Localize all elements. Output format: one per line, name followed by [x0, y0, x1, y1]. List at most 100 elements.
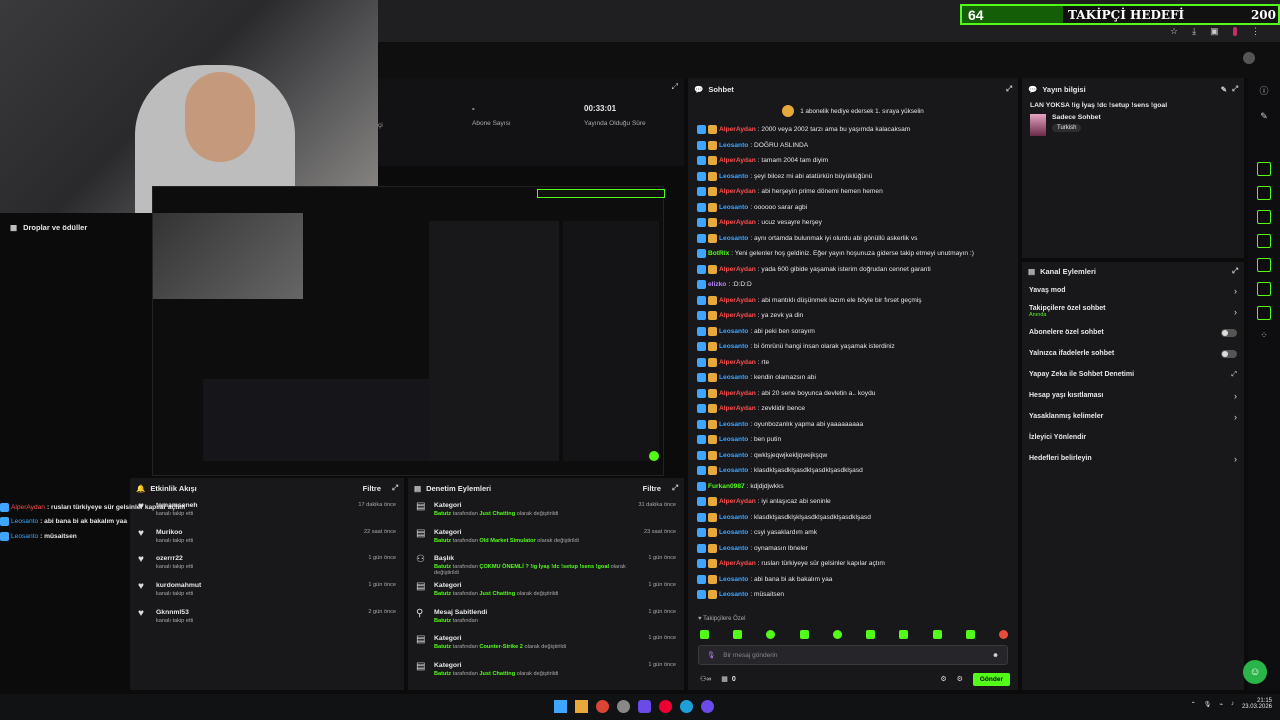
drops-item[interactable]: ▦ Droplar ve ödüller — [10, 223, 87, 232]
channel-action-row[interactable]: Hedefleri belirleyin › — [1022, 448, 1244, 469]
emote-icon[interactable] — [733, 630, 743, 639]
mic-tray-icon[interactable]: 🎙 — [1204, 701, 1212, 708]
chat-username[interactable]: Leosanto — [719, 452, 748, 459]
tool-button-1[interactable] — [1257, 162, 1271, 176]
tool-button-3[interactable] — [1257, 210, 1271, 224]
channel-action-row[interactable]: Yapay Zeka ile Sohbet Denetimi ⤢ — [1022, 364, 1244, 385]
chat-username[interactable]: AlperAydan — [719, 390, 756, 397]
browser-icon[interactable] — [617, 700, 630, 713]
chat-username[interactable]: elizko — [708, 281, 726, 288]
popout-icon[interactable]: ⤢ — [1232, 84, 1238, 94]
moderation-actor[interactable]: Batutz — [434, 538, 451, 544]
emote-icon[interactable] — [832, 630, 842, 639]
pen-icon[interactable]: ✎ — [1260, 111, 1268, 122]
emote-icon[interactable] — [766, 630, 776, 639]
moderation-actor[interactable]: Batutz — [434, 591, 451, 597]
activity-username[interactable]: Gknnml53 — [156, 609, 360, 616]
category-name[interactable]: Sadece Sohbet — [1052, 114, 1101, 121]
tool-button-4[interactable] — [1257, 234, 1271, 248]
clock-date[interactable]: 23.03.2026 — [1242, 704, 1272, 710]
chat-username[interactable]: Leosanto — [719, 576, 748, 583]
channel-action-row[interactable]: Hesap yaşı kısıtlaması › — [1022, 385, 1244, 406]
chat-username[interactable]: Leosanto — [719, 529, 748, 536]
popout-icon[interactable]: ⤢ — [1232, 266, 1238, 276]
chat-username[interactable]: Leosanto — [719, 142, 748, 149]
settings-icon[interactable]: ⚙ — [940, 675, 946, 683]
activity-username[interactable]: ozerrr22 — [156, 555, 360, 562]
moderation-actor[interactable]: Batutz — [434, 671, 451, 677]
send-button[interactable]: Gönder — [972, 672, 1010, 686]
chat-username[interactable]: AlperAydan — [719, 157, 756, 164]
popout-icon[interactable]: ⤢ — [672, 483, 678, 493]
chat-username[interactable]: AlperAydan — [719, 405, 756, 412]
tool-button-7[interactable] — [1257, 306, 1271, 320]
tool-button-2[interactable] — [1257, 186, 1271, 200]
app-icon[interactable] — [638, 700, 651, 713]
chat-username[interactable]: Leosanto — [719, 421, 748, 428]
chat-username[interactable]: Leosanto — [719, 591, 748, 598]
channel-action-row[interactable]: Takipçilere özel sohbet Anında › — [1022, 301, 1244, 322]
volume-icon[interactable]: ♪ — [1231, 701, 1234, 707]
dots-icon[interactable]: ⁘ — [1260, 330, 1268, 341]
emoji-icon[interactable]: ☻ — [992, 652, 999, 659]
chat-username[interactable]: Leosanto — [719, 343, 748, 350]
emote-icon[interactable] — [899, 630, 909, 639]
info-circle-icon[interactable]: ⓘ — [1259, 84, 1268, 97]
chat-username[interactable]: Furkan0987 — [708, 483, 745, 490]
tool-button-5[interactable] — [1257, 258, 1271, 272]
emote-icon[interactable] — [866, 630, 876, 639]
chat-username[interactable]: AlperAydan — [719, 219, 756, 226]
menu-icon[interactable]: ⋮ — [1251, 26, 1260, 37]
channel-action-row[interactable]: İzleyici Yönlendir — [1022, 427, 1244, 448]
opera-icon[interactable] — [659, 700, 672, 713]
activity-filter[interactable]: Filtre — [363, 484, 381, 493]
tool-button-6[interactable] — [1257, 282, 1271, 296]
star-icon[interactable]: ☆ — [1170, 26, 1178, 37]
toggle-switch[interactable] — [1221, 328, 1237, 337]
chat-username[interactable]: Leosanto — [719, 374, 748, 381]
user-avatar[interactable] — [1243, 52, 1255, 64]
chat-username[interactable]: Leosanto — [719, 545, 748, 552]
channel-action-row[interactable]: Yasaklanmış kelimeler › — [1022, 406, 1244, 427]
channel-action-row[interactable]: Yalnızca ifadelerle sohbet — [1022, 343, 1244, 364]
chat-username[interactable]: AlperAydan — [719, 297, 756, 304]
popout-icon[interactable]: ⤢ — [1006, 84, 1012, 94]
windows-start-icon[interactable] — [554, 700, 567, 713]
chrome-icon[interactable] — [596, 700, 609, 713]
file-explorer-icon[interactable] — [575, 700, 588, 713]
chat-username[interactable]: Leosanto — [719, 173, 748, 180]
moderation-actor[interactable]: Batutz — [434, 618, 451, 624]
chat-username[interactable]: AlperAydan — [719, 560, 756, 567]
channel-action-row[interactable]: Abonelere özel sohbet — [1022, 322, 1244, 343]
emote-icon[interactable] — [965, 630, 975, 639]
activity-username[interactable]: kurdomahmut — [156, 582, 360, 589]
toggle-switch[interactable] — [1221, 349, 1237, 358]
mod-icon[interactable]: ⚙ — [957, 675, 963, 683]
emote-icon[interactable] — [932, 630, 942, 639]
chat-username[interactable]: Leosanto — [719, 235, 748, 242]
tray-arrow-icon[interactable]: ⌃ — [1191, 701, 1196, 708]
chat-input[interactable]: 🎙 Bir mesaj gönderin ☻ — [698, 645, 1008, 665]
chat-username[interactable]: BotRix — [708, 250, 729, 257]
popout-icon[interactable]: ⤢ — [392, 483, 398, 493]
chat-username[interactable]: Leosanto — [719, 204, 748, 211]
chat-username[interactable]: Leosanto — [719, 436, 748, 443]
network-icon[interactable]: ⌁ — [1219, 701, 1223, 708]
chat-username[interactable]: Leosanto — [719, 467, 748, 474]
moderation-filter[interactable]: Filtre — [643, 484, 661, 493]
edge-icon[interactable] — [680, 700, 693, 713]
kick-chat-bubble[interactable]: ☺ — [1243, 660, 1267, 684]
profile-avatar[interactable] — [1232, 26, 1237, 36]
language-tag[interactable]: Turkish — [1052, 124, 1082, 132]
chat-username[interactable]: AlperAydan — [719, 312, 756, 319]
expand-icon[interactable]: ⤢ — [672, 82, 678, 92]
edit-icon[interactable]: ✎ — [1221, 85, 1227, 94]
emote-icon[interactable] — [998, 630, 1008, 639]
chat-username[interactable]: AlperAydan — [719, 266, 756, 273]
emote-icon[interactable] — [700, 630, 709, 639]
channel-action-row[interactable]: Yavaş mod › — [1022, 280, 1244, 301]
extensions-icon[interactable]: ▣ — [1210, 26, 1219, 37]
mic-icon[interactable]: 🎙 — [707, 651, 715, 659]
gift-banner[interactable]: 1 abonelik hediye edersek 1. sıraya yüks… — [688, 100, 1018, 122]
moderation-actor[interactable]: Batutz — [434, 644, 451, 650]
